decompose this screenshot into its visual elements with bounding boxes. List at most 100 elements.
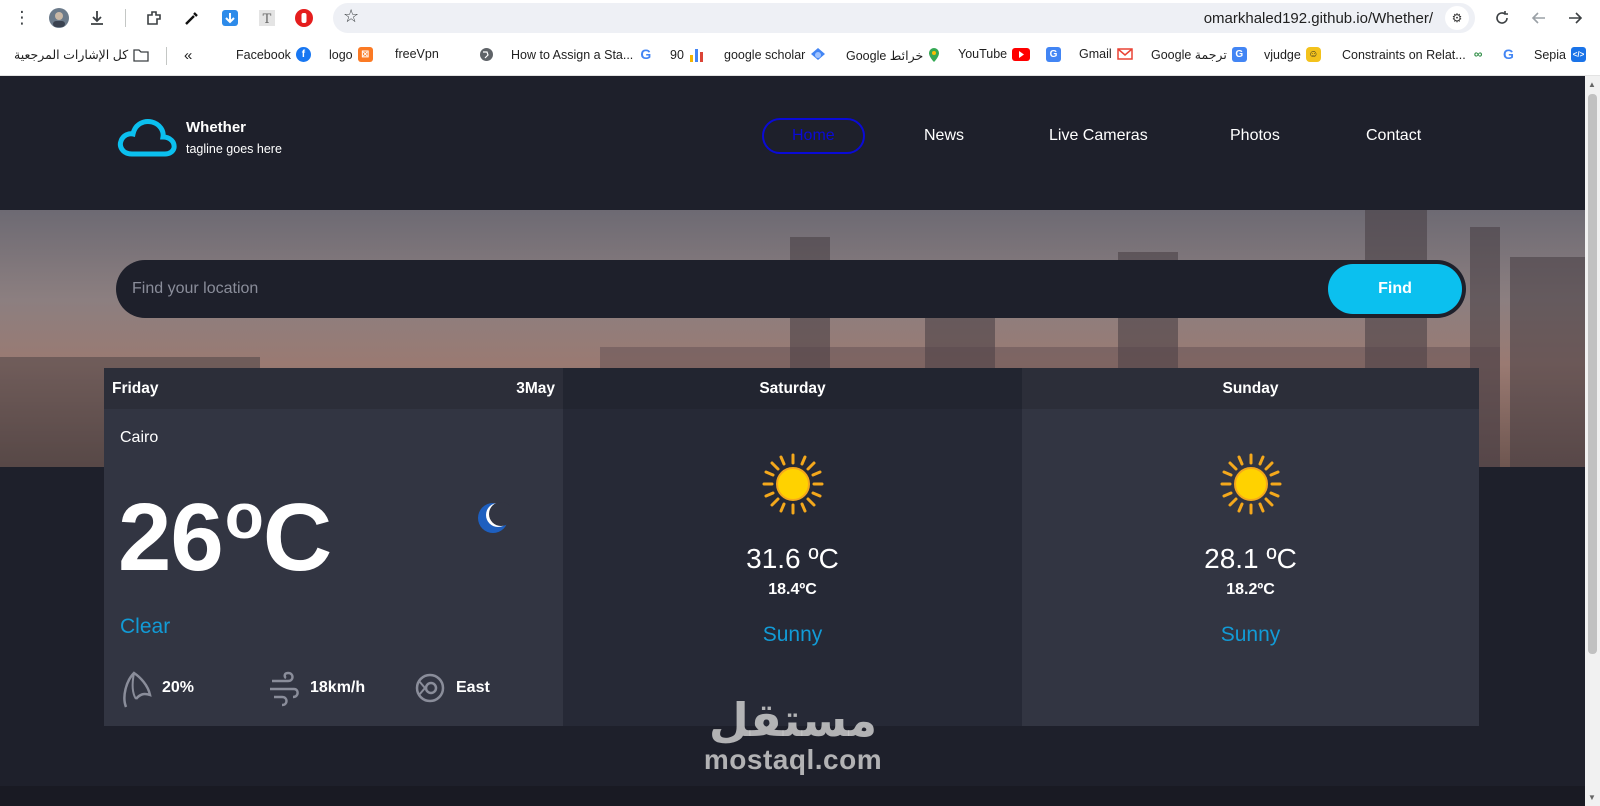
- forecast-panel: Friday 3May Cairo 26oC Clear 20% 18km/h …: [104, 368, 1479, 726]
- bookmark-label: logo: [329, 47, 353, 62]
- wind-icon: [270, 671, 299, 707]
- bookmark-vjudge[interactable]: vjudge ☺: [1264, 47, 1321, 62]
- degree-symbol: o: [224, 480, 264, 552]
- sun-icon: [762, 453, 823, 515]
- forecast-day-card: Saturday 31.6 ºC 18.4ºC Sunny: [563, 368, 1022, 726]
- bookmark-label: google scholar: [724, 47, 806, 62]
- adblock-icon[interactable]: [292, 6, 316, 30]
- bar-chart-icon: [689, 49, 703, 62]
- bookmark-label: 90: [670, 47, 684, 62]
- bookmark-google-translate[interactable]: Google ترجمة G: [1151, 47, 1247, 62]
- bookmark-label: vjudge: [1264, 47, 1301, 62]
- geeksforgeeks-icon: ∞: [1473, 47, 1483, 61]
- bookmark-label: Constraints on Relat...: [1342, 47, 1466, 62]
- wind-direction-stat: East: [414, 667, 490, 709]
- nav-live-cameras[interactable]: Live Cameras: [1049, 118, 1148, 154]
- cloud-logo-icon: [117, 119, 177, 157]
- today-day: Friday: [112, 379, 159, 397]
- bookmark-label: How to Assign a Sta...: [511, 47, 634, 62]
- translate-icon: G: [1231, 47, 1247, 62]
- forecast-max-temp: 28.1 ºC: [1204, 543, 1297, 574]
- brand-name: Whether: [186, 118, 246, 136]
- find-button[interactable]: Find: [1328, 264, 1462, 314]
- bookmark-star-icon[interactable]: ☆: [343, 6, 359, 27]
- extensions-icon[interactable]: [142, 6, 166, 30]
- bookmark-label: Google ترجمة: [1151, 48, 1227, 62]
- forecast-day-name: Sunday: [1222, 379, 1279, 397]
- browser-toolbar: ⋮ T omarkhaled192.github.io/Whether/ ⚙ ☆: [0, 0, 1600, 36]
- bookmark-google-maps[interactable]: Google خرائط: [846, 47, 940, 63]
- bookmark-label: كل الإشارات المرجعية: [14, 48, 129, 62]
- bookmarks-divider: [166, 47, 167, 65]
- xampp-icon: ⊠: [357, 47, 373, 62]
- scroll-up-icon[interactable]: ▲: [1588, 80, 1596, 89]
- location-search-input[interactable]: [132, 260, 1282, 318]
- download-manager-icon[interactable]: [218, 6, 242, 30]
- site-settings-icon[interactable]: ⚙: [1445, 6, 1469, 30]
- url-text[interactable]: omarkhaled192.github.io/Whether/: [1204, 10, 1433, 27]
- bookmark-label: Gmail: [1079, 47, 1112, 61]
- nav-home[interactable]: Home: [762, 118, 865, 154]
- temperature-value: 26: [118, 484, 224, 591]
- bookmark-90[interactable]: 90: [670, 47, 705, 62]
- back-arrow-icon[interactable]: [1527, 6, 1551, 30]
- bookmark-gmail[interactable]: Gmail: [1079, 47, 1133, 61]
- svg-text:T: T: [263, 12, 272, 27]
- forecast-today-header: Friday 3May: [104, 368, 563, 409]
- forecast-day-header: Saturday: [563, 368, 1022, 409]
- nav-news[interactable]: News: [924, 118, 964, 154]
- bookmark-facebook[interactable]: Facebook f: [236, 47, 311, 62]
- bookmark-youtube[interactable]: YouTube: [958, 47, 1031, 61]
- maps-icon: [929, 48, 940, 62]
- umbrella-icon: [123, 671, 152, 708]
- forecast-min-temp: 18.2ºC: [1226, 581, 1275, 598]
- chevron-double-icon[interactable]: «: [184, 47, 192, 64]
- bookmark-label: freeVpn: [395, 47, 439, 61]
- bookmark-constraints[interactable]: Constraints on Relat... ∞: [1342, 47, 1486, 62]
- profile-avatar-icon[interactable]: [47, 6, 71, 30]
- forecast-max-temp: 31.6 ºC: [746, 543, 839, 574]
- humidity-stat: 20%: [120, 667, 194, 709]
- folder-icon: [133, 48, 149, 62]
- more-menu-icon[interactable]: ⋮: [10, 6, 34, 30]
- humidity-value: 20%: [162, 679, 195, 696]
- bookmark-logo[interactable]: logo ⊠: [329, 47, 373, 62]
- gmail-icon: [1116, 48, 1133, 60]
- mostaql-watermark: مستقل mostaql.com: [688, 696, 898, 776]
- city-name: Cairo: [120, 429, 159, 446]
- wind-speed-value: 18km/h: [310, 679, 366, 696]
- today-condition: Clear: [120, 615, 171, 638]
- bookmark-all-bookmarks[interactable]: كل الإشارات المرجعية: [14, 47, 149, 62]
- compass-icon: [415, 673, 445, 703]
- hero-building: [1510, 257, 1585, 467]
- reload-icon[interactable]: [1490, 6, 1514, 30]
- translate-icon: G: [1046, 47, 1061, 62]
- scrollbar-thumb[interactable]: [1588, 94, 1597, 654]
- bookmark-how-to-assign[interactable]: How to Assign a Sta... G: [511, 47, 653, 62]
- toolbar-divider: [125, 9, 126, 27]
- forward-arrow-icon[interactable]: [1563, 6, 1587, 30]
- site-logo[interactable]: Whether tagline goes here: [116, 116, 282, 158]
- eyedropper-icon[interactable]: [180, 6, 204, 30]
- bookmark-label: Sepia: [1534, 47, 1566, 62]
- scroll-down-icon[interactable]: ▼: [1588, 793, 1596, 802]
- nav-photos[interactable]: Photos: [1230, 118, 1280, 154]
- scholar-icon: [811, 48, 826, 60]
- download-icon[interactable]: [85, 6, 109, 30]
- bookmark-google-scholar[interactable]: google scholar: [724, 47, 826, 62]
- facebook-icon: f: [295, 47, 311, 62]
- bookmark-sepia[interactable]: Sepia </>: [1534, 47, 1586, 62]
- address-bar[interactable]: omarkhaled192.github.io/Whether/ ⚙: [333, 3, 1475, 33]
- today-date: 3May: [516, 379, 555, 397]
- watermark-latin: mostaql.com: [703, 744, 883, 775]
- page-scrollbar[interactable]: ▲ ▼: [1585, 76, 1600, 806]
- wind-speed-stat: 18km/h: [268, 667, 365, 709]
- bookmark-label: Google خرائط: [846, 48, 924, 63]
- bookmark-freevpn[interactable]: freeVpn: [395, 47, 439, 61]
- forecast-condition: Sunny: [762, 623, 823, 646]
- page-footer: [0, 786, 1585, 806]
- bookmark-label: YouTube: [958, 47, 1008, 61]
- forecast-day-card: Sunday 28.1 ºC 18.2ºC Sunny: [1022, 368, 1479, 726]
- text-extension-icon[interactable]: T: [255, 6, 279, 30]
- nav-contact[interactable]: Contact: [1366, 118, 1421, 154]
